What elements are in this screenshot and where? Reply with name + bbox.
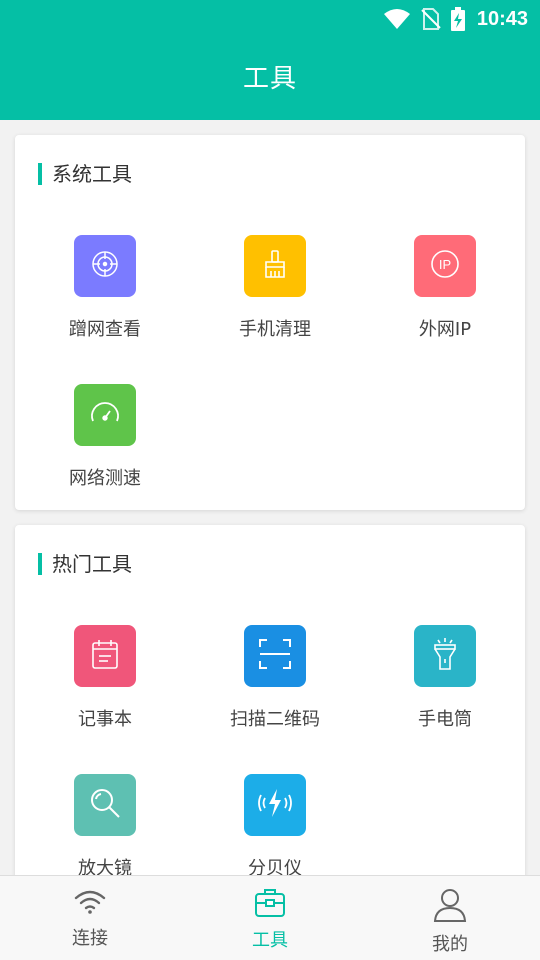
tool-speed-test[interactable]: 网络测速 bbox=[20, 384, 190, 490]
tool-label: 手电筒 bbox=[418, 709, 472, 730]
tab-label: 连接 bbox=[72, 928, 108, 949]
hot-tools-card: 热门工具 记事本 扫描二维码 手电筒 放大镜 分贝仪 bbox=[15, 525, 525, 875]
tab-connect[interactable]: 连接 bbox=[0, 876, 180, 960]
tool-wifi-check[interactable]: 蹭网查看 bbox=[20, 235, 190, 341]
tab-tools[interactable]: 工具 bbox=[180, 876, 360, 960]
tool-icon-box bbox=[414, 625, 476, 687]
tool-qr-scan[interactable]: 扫描二维码 bbox=[190, 625, 360, 731]
page-title: 工具 bbox=[242, 64, 297, 94]
target-icon bbox=[90, 249, 120, 283]
tool-label: 分贝仪 bbox=[248, 858, 302, 875]
tool-decibel-meter[interactable]: 分贝仪 bbox=[190, 774, 360, 875]
decibel-icon bbox=[258, 786, 292, 824]
wifi-icon bbox=[73, 888, 107, 920]
tool-label: 网络测速 bbox=[69, 468, 141, 489]
tab-mine[interactable]: 我的 bbox=[360, 876, 540, 960]
status-bar: 10:43 bbox=[383, 4, 528, 34]
tool-label: 放大镜 bbox=[78, 858, 132, 875]
notepad-icon bbox=[90, 638, 120, 674]
tool-icon-box bbox=[74, 774, 136, 836]
tool-icon-box bbox=[74, 625, 136, 687]
app-header: 10:43 工具 bbox=[0, 0, 540, 120]
speedometer-icon bbox=[89, 399, 121, 431]
no-sim-icon bbox=[421, 8, 441, 30]
svg-text:IP: IP bbox=[439, 257, 451, 272]
wifi-signal-icon bbox=[383, 8, 411, 30]
ip-icon: IP bbox=[429, 248, 461, 284]
tab-label: 工具 bbox=[252, 930, 288, 951]
tools-content[interactable]: 系统工具 蹭网查看 手机清理 IP 外网IP 网络测速 热门工具 记事本 扫描二… bbox=[0, 120, 540, 875]
tool-magnifier[interactable]: 放大镜 bbox=[20, 774, 190, 875]
tool-label: 扫描二维码 bbox=[230, 709, 320, 730]
tool-icon-box bbox=[74, 384, 136, 446]
tool-phone-cleanup[interactable]: 手机清理 bbox=[190, 235, 360, 341]
tool-external-ip[interactable]: IP 外网IP bbox=[360, 235, 530, 341]
tool-notepad[interactable]: 记事本 bbox=[20, 625, 190, 731]
scan-icon bbox=[258, 638, 292, 674]
tool-icon-box: IP bbox=[414, 235, 476, 297]
flashlight-icon bbox=[430, 637, 460, 675]
section-title: 系统工具 bbox=[38, 163, 132, 185]
system-tools-card: 系统工具 蹭网查看 手机清理 IP 外网IP 网络测速 bbox=[15, 135, 525, 510]
tool-label: 手机清理 bbox=[239, 319, 311, 340]
battery-charging-icon bbox=[450, 7, 465, 31]
tool-label: 蹭网查看 bbox=[69, 319, 141, 340]
tool-icon-box bbox=[244, 235, 306, 297]
tool-label: 记事本 bbox=[78, 709, 132, 730]
tool-icon-box bbox=[74, 235, 136, 297]
tool-label: 外网IP bbox=[418, 319, 472, 340]
section-title: 热门工具 bbox=[38, 553, 132, 575]
broom-icon bbox=[260, 248, 290, 284]
tool-flashlight[interactable]: 手电筒 bbox=[360, 625, 530, 731]
bottom-tab-bar: 连接 工具 我的 bbox=[0, 875, 540, 960]
person-icon bbox=[433, 888, 467, 926]
toolbox-icon bbox=[254, 888, 286, 922]
tool-icon-box bbox=[244, 774, 306, 836]
tool-icon-box bbox=[244, 625, 306, 687]
magnifier-icon bbox=[88, 786, 122, 824]
tab-label: 我的 bbox=[432, 934, 468, 955]
status-time: 10:43 bbox=[476, 7, 528, 30]
